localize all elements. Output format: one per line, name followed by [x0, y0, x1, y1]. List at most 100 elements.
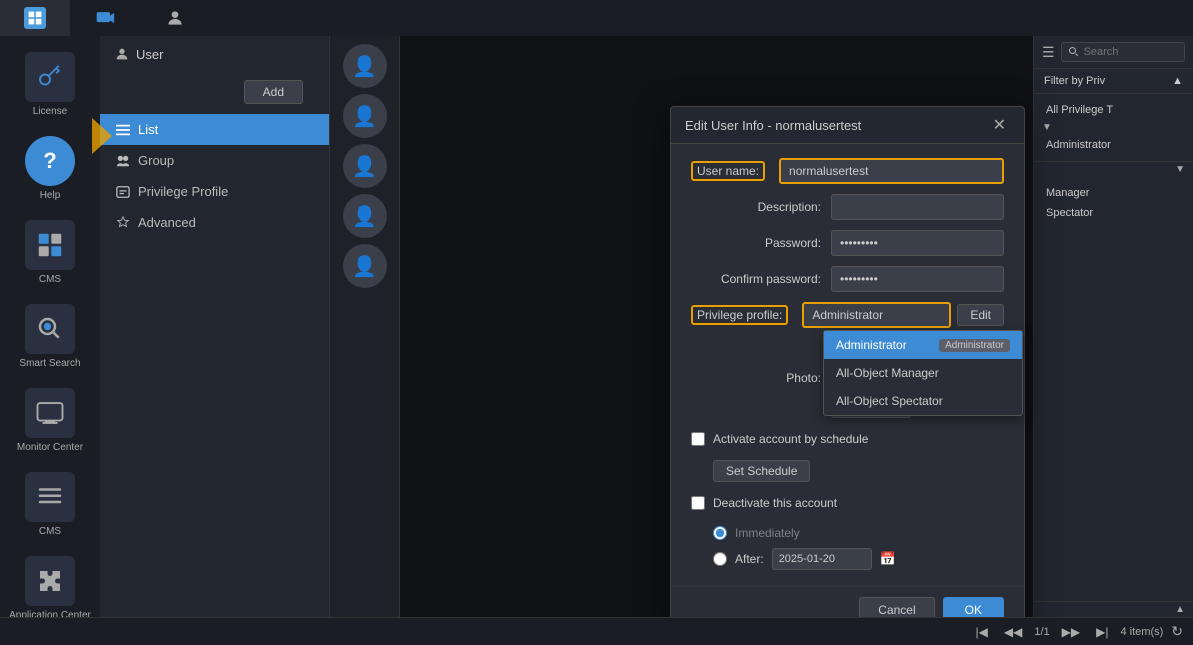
sidebar-item-license[interactable]: License [5, 44, 95, 126]
left-nav-title: User [136, 47, 163, 62]
privilege-icon [116, 185, 130, 199]
username-input[interactable] [779, 158, 1004, 184]
help-label: Help [40, 190, 61, 202]
nav-privilege-label: Privilege Profile [138, 184, 228, 199]
deactivate-options: Immediately After: 📅 [691, 524, 1004, 572]
application-center-label: Application Center [9, 610, 91, 617]
search-icon [1068, 46, 1080, 58]
deactivate-account-label: Deactivate this account [713, 496, 837, 510]
modal-header: Edit User Info - normalusertest ✕ [671, 107, 1024, 144]
deactivate-account-checkbox[interactable] [691, 496, 705, 510]
user-nav-icon [114, 46, 130, 62]
nav-section: List Group Privilege Profile [100, 114, 329, 238]
privilege-dropdown: Administrator Administrator All-Object M… [823, 330, 1023, 416]
filter-header-label: Filter by Priv [1044, 75, 1105, 87]
advanced-icon [116, 216, 130, 230]
dropdown-item-all-object-manager[interactable]: All-Object Manager [824, 359, 1022, 387]
privilege-row: Privilege profile: Administrator All-Obj… [691, 302, 1004, 328]
filter-collapse-icon-mid[interactable]: ▼ [1175, 164, 1185, 175]
user-list: 👤 👤 👤 👤 👤 [330, 36, 400, 617]
activate-account-row: Activate account by schedule [691, 428, 1004, 450]
sidebar-item-help[interactable]: ? Help [5, 128, 95, 210]
privilege-select[interactable]: Administrator All-Object Manager All-Obj… [802, 302, 951, 328]
user-avatar-5[interactable]: 👤 [343, 244, 387, 288]
filter-collapse-icon-bottom[interactable]: ▲ [1175, 604, 1185, 615]
dropdown-administrator-label: Administrator [836, 338, 907, 352]
nav-item-privilege-profile[interactable]: Privilege Profile [100, 176, 329, 207]
sidebar-item-monitor-center[interactable]: Monitor Center [5, 380, 95, 462]
sidebar-item-application-center[interactable]: Application Center [5, 548, 95, 617]
monitor-icon [25, 388, 75, 438]
photo-label: Photo: [691, 371, 821, 385]
group-icon [116, 154, 130, 168]
immediately-row: Immediately [713, 524, 1004, 542]
username-label-highlight: User name: [691, 161, 765, 181]
user-avatar-3[interactable]: 👤 [343, 144, 387, 188]
filter-item-administrator[interactable]: Administrator [1034, 135, 1193, 155]
first-page-button[interactable]: |◀ [972, 623, 992, 641]
deactivate-date-input[interactable] [772, 548, 872, 570]
dropdown-item-all-object-spectator[interactable]: All-Object Spectator [824, 387, 1022, 415]
sidebar-item-cms[interactable]: CMS [5, 212, 95, 294]
privilege-edit-button[interactable]: Edit [957, 304, 1004, 326]
confirm-password-label: Confirm password: [691, 272, 821, 286]
add-button[interactable]: Add [244, 80, 303, 104]
password-input[interactable] [831, 230, 1004, 256]
bottom-bar: |◀ ◀◀ 1/1 ▶▶ ▶| 4 item(s) ↻ [0, 617, 1193, 645]
filter-collapse-icon-top[interactable]: ▼ [1042, 122, 1052, 133]
sidebar: License ? Help CMS [0, 36, 100, 617]
prev-page-button[interactable]: ◀◀ [1000, 623, 1026, 641]
after-radio[interactable] [713, 552, 727, 566]
ok-button[interactable]: OK [943, 597, 1004, 617]
cms2-icon [25, 472, 75, 522]
confirm-password-input[interactable] [831, 266, 1004, 292]
last-page-button[interactable]: ▶| [1092, 623, 1112, 641]
password-row: Password: [691, 230, 1004, 256]
sidebar-item-cms2[interactable]: CMS [5, 464, 95, 546]
modal-title: Edit User Info - normalusertest [685, 118, 861, 133]
confirm-password-row: Confirm password: [691, 266, 1004, 292]
set-schedule-button[interactable]: Set Schedule [713, 460, 810, 482]
filter-item-manager[interactable]: Manager [1034, 183, 1193, 203]
collapse-icon[interactable]: ▲ [1172, 75, 1183, 87]
user-topbar-icon[interactable] [140, 0, 210, 36]
user-avatar-4[interactable]: 👤 [343, 194, 387, 238]
modal-close-button[interactable]: ✕ [989, 115, 1010, 135]
filter-section-bottom: Manager Spectator [1034, 177, 1193, 229]
privilege-label: Privilege profile: [697, 308, 782, 322]
dropdown-spectator-label: All-Object Spectator [836, 394, 943, 408]
filter-item-spectator[interactable]: Spectator [1034, 203, 1193, 223]
nav-item-advanced[interactable]: Advanced [100, 207, 329, 238]
main-content: License ? Help CMS [0, 36, 1193, 617]
cancel-button[interactable]: Cancel [859, 597, 934, 617]
cms-label: CMS [39, 274, 61, 286]
user-avatar-2[interactable]: 👤 [343, 94, 387, 138]
next-page-button[interactable]: ▶▶ [1058, 623, 1084, 641]
username-label: User name: [697, 164, 759, 178]
list-view-button[interactable]: ☰ [1042, 44, 1055, 61]
camera-topbar-icon[interactable] [70, 0, 140, 36]
nav-item-list[interactable]: List [100, 114, 329, 145]
dropdown-administrator-badge: Administrator [939, 339, 1010, 352]
refresh-button[interactable]: ↻ [1171, 623, 1183, 640]
calendar-icon[interactable]: 📅 [880, 551, 896, 567]
user-avatar-1[interactable]: 👤 [343, 44, 387, 88]
filter-item-all[interactable]: All Privilege T [1034, 100, 1193, 120]
activate-account-label: Activate account by schedule [713, 432, 868, 446]
activate-account-checkbox[interactable] [691, 432, 705, 446]
search-input[interactable] [1084, 46, 1164, 58]
description-input[interactable] [831, 194, 1004, 220]
question-icon: ? [25, 136, 75, 186]
sidebar-item-smart-search[interactable]: Smart Search [5, 296, 95, 378]
grid-icon [24, 7, 46, 29]
immediately-radio[interactable] [713, 526, 727, 540]
dropdown-item-administrator[interactable]: Administrator Administrator [824, 331, 1022, 359]
nav-item-group[interactable]: Group [100, 145, 329, 176]
monitor-center-label: Monitor Center [17, 442, 83, 454]
pagination-info: 1/1 [1034, 626, 1049, 638]
app-grid[interactable] [0, 0, 70, 36]
center-content: Edit User Info - normalusertest ✕ User n… [400, 36, 1033, 617]
topbar [0, 0, 1193, 36]
nav-list-label: List [138, 122, 158, 137]
after-row: After: 📅 [713, 546, 1004, 572]
